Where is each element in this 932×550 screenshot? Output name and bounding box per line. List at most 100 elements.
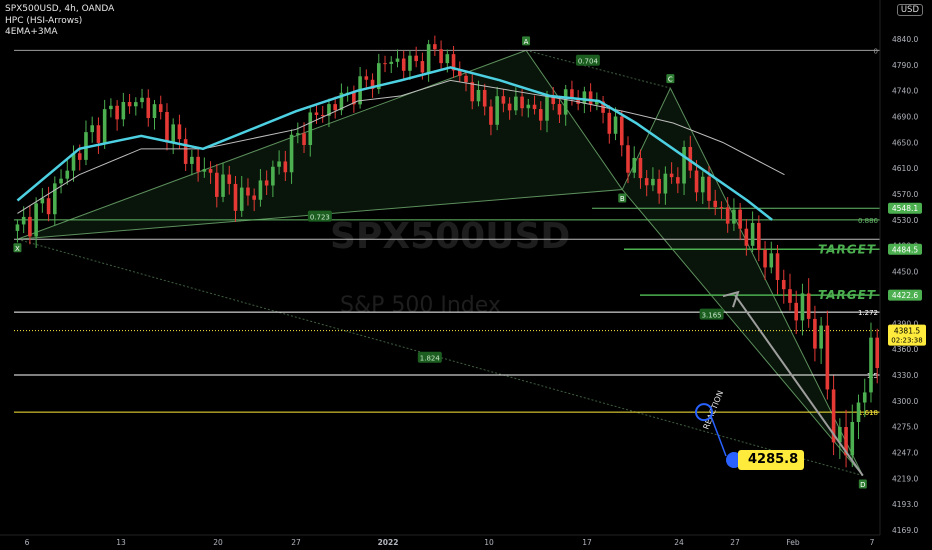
price-tick-label: 4300.0 — [892, 397, 918, 406]
candle-body — [713, 200, 718, 208]
candle-body — [320, 114, 325, 116]
candle-body — [856, 402, 861, 422]
price-tick-label: 4450.0 — [892, 268, 918, 277]
reaction-arrow — [734, 294, 864, 477]
candle-body — [364, 76, 369, 80]
candle-body — [426, 44, 431, 73]
candle-body — [165, 111, 169, 143]
indicator-ema[interactable]: 4EMA+3MA — [5, 27, 114, 39]
price-tick-label: 4840.0 — [892, 35, 918, 44]
candle-body — [308, 112, 313, 146]
price-tag-label: 4484.5 — [892, 245, 918, 254]
time-tick-label: 27 — [730, 538, 740, 547]
candle-body — [669, 173, 674, 178]
price-tick-label: 4650.0 — [892, 138, 918, 147]
candle-body — [707, 176, 711, 201]
candle-body — [65, 170, 70, 179]
candle-body — [383, 63, 387, 65]
price-tick-label: 4330.0 — [892, 371, 918, 380]
pattern-point-label: X — [15, 245, 20, 253]
price-tick-label: 4360.0 — [892, 345, 918, 354]
candle-body — [813, 318, 817, 349]
price-tag-label: 4422.6 — [892, 291, 918, 300]
level-label: 0.886 — [858, 217, 879, 225]
candle-body — [501, 96, 506, 104]
candle-body — [246, 187, 250, 196]
candle-body — [202, 169, 207, 172]
candle-body — [869, 337, 873, 393]
candle-body — [769, 253, 774, 268]
candle-body — [221, 174, 225, 197]
price-tick-label: 4169.0 — [892, 526, 918, 535]
candle-body — [277, 161, 281, 167]
candle-body — [781, 279, 786, 290]
candle-body — [233, 183, 238, 211]
time-tick-label: 17 — [582, 538, 592, 547]
candle-body — [314, 112, 319, 115]
candle-body — [582, 91, 587, 104]
candle-body — [495, 96, 499, 125]
indicator-hpc[interactable]: HPC (HSI-Arrows) — [5, 16, 114, 28]
candle-body — [651, 178, 655, 186]
price-tick-label: 4610.0 — [892, 164, 918, 173]
candle-body — [401, 58, 406, 71]
candle-body — [464, 75, 468, 83]
watermark-name: S&P 500 Index — [340, 293, 501, 318]
candle-body — [563, 89, 568, 115]
candle-body — [676, 177, 680, 184]
reaction-link — [710, 415, 727, 457]
candle-body — [744, 228, 749, 246]
candle-body — [476, 89, 481, 102]
price-tick-label: 4570.0 — [892, 190, 918, 199]
candle-body — [445, 54, 450, 64]
pattern-triangle-bcd — [621, 86, 864, 476]
candle-body — [700, 176, 705, 193]
time-tick-label: 20 — [213, 538, 223, 547]
time-tick-label: 13 — [116, 538, 126, 547]
candle-body — [395, 58, 400, 62]
ratio-label: 3.165 — [702, 312, 722, 320]
candle-body — [46, 198, 51, 215]
currency-button[interactable]: USD — [896, 4, 923, 16]
price-tick-label: 4530.0 — [892, 216, 918, 225]
candle-body — [613, 116, 618, 134]
candle-body — [694, 170, 699, 193]
target-label: TARGET — [818, 242, 876, 256]
time-tick-label: 24 — [674, 538, 684, 547]
price-tick-label: 4193.0 — [892, 500, 918, 509]
level-label: 0 — [874, 47, 878, 55]
candle-body — [470, 82, 475, 102]
target-label: TARGET — [818, 288, 876, 302]
candle-body — [140, 97, 144, 103]
candle-body — [258, 180, 263, 200]
candle-body — [819, 325, 823, 349]
ratio-label: 1.824 — [420, 355, 441, 363]
candle-body — [794, 302, 799, 321]
ratio-label: 0.704 — [578, 58, 599, 66]
candle-body — [109, 105, 113, 110]
candle-body — [532, 104, 537, 110]
candle-body — [719, 207, 724, 209]
candle-body — [632, 157, 637, 173]
candle-body — [414, 55, 418, 62]
candle-body — [626, 145, 630, 173]
candle-body — [738, 209, 742, 229]
watermark-symbol: SPX500USD — [330, 216, 570, 257]
ratio-label: 0.723 — [310, 214, 330, 222]
candle-body — [607, 112, 612, 134]
candle-body — [227, 174, 232, 184]
candle-body — [183, 139, 188, 164]
candle-body — [389, 61, 394, 64]
price-tick-label: 4219.0 — [892, 474, 918, 483]
candle-body — [732, 209, 736, 224]
candle-body — [134, 102, 138, 107]
candle-body — [196, 156, 200, 172]
candle-body — [152, 104, 157, 118]
candle-body — [59, 178, 63, 184]
candle-body — [333, 104, 337, 111]
candle-body — [121, 101, 126, 120]
symbol-line[interactable]: SPX500USD, 4h, OANDA — [5, 4, 114, 16]
candle-body — [289, 134, 294, 173]
candle-body — [850, 421, 855, 456]
candle-body — [252, 195, 256, 200]
